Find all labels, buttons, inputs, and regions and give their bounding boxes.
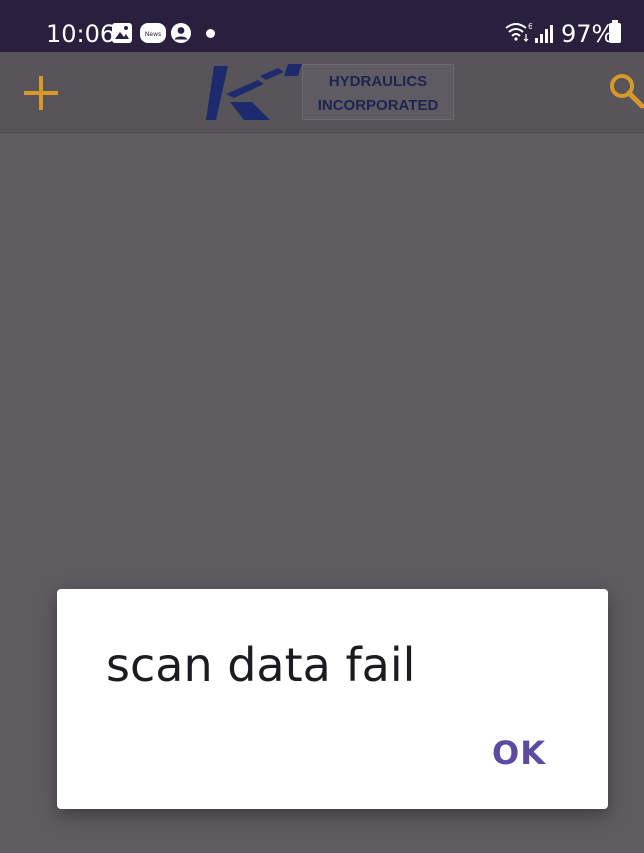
logo-line-1: HYDRAULICS: [328, 73, 428, 90]
signal-icon: [534, 24, 554, 49]
news-icon-label: News: [145, 31, 161, 38]
notification-dot-icon: [206, 29, 215, 38]
alert-dialog: scan data fail OK: [57, 589, 608, 809]
search-icon: [610, 74, 644, 109]
app-bar: HYDRAULICS INCORPORATED: [0, 52, 644, 133]
logo-line-2: INCORPORATED: [317, 97, 439, 114]
news-icon: News: [140, 22, 166, 49]
add-button[interactable]: [22, 74, 60, 112]
status-bar: 10:06 News 6 97%: [0, 0, 644, 52]
gallery-icon: [111, 22, 133, 49]
ok-button[interactable]: OK: [492, 733, 546, 773]
company-logo: HYDRAULICS INCORPORATED: [206, 62, 456, 122]
svg-text:6: 6: [528, 22, 532, 31]
battery-percentage: 97%: [561, 20, 615, 48]
logo-mark: [206, 64, 302, 120]
account-icon: [170, 22, 192, 49]
dialog-message: scan data fail: [106, 638, 416, 692]
logo-text-box: HYDRAULICS INCORPORATED: [302, 64, 454, 120]
battery-icon: [608, 20, 622, 49]
status-time: 10:06: [46, 20, 116, 48]
plus-icon: [24, 76, 58, 110]
wifi-icon: 6: [504, 20, 533, 49]
search-button[interactable]: [608, 72, 644, 112]
